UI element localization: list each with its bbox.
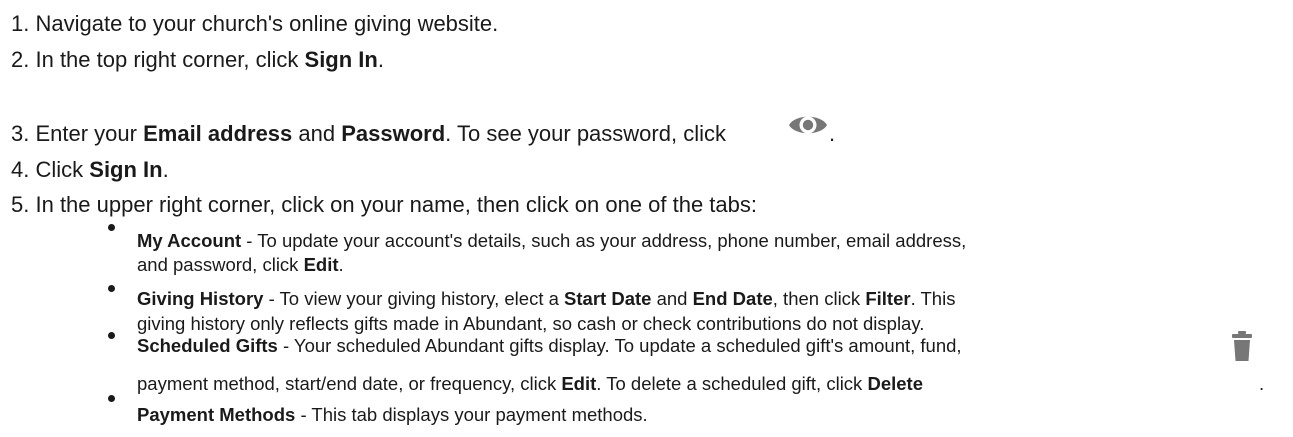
- step-number: 2.: [11, 47, 30, 72]
- step-text: Click: [35, 157, 90, 182]
- step-bold-sign-in: Sign In: [304, 47, 378, 72]
- edit-label: Edit: [561, 373, 597, 394]
- step-3-end: .: [829, 121, 835, 147]
- step-text: .: [829, 121, 836, 146]
- tab-description: . To delete a scheduled gift, click: [596, 373, 868, 394]
- tab-giving-history: Giving History - To view your giving his…: [137, 288, 955, 310]
- tab-description: and password, click: [137, 254, 304, 275]
- tab-description: - To update your account's details, such…: [241, 230, 967, 251]
- tab-title: My Account: [137, 230, 242, 251]
- bullet-icon: [108, 224, 115, 231]
- tab-description: payment method, start/end date, or frequ…: [137, 373, 562, 394]
- delete-label: Delete: [867, 373, 923, 394]
- tab-title: Giving History: [137, 288, 264, 309]
- bullet-icon: [108, 332, 115, 339]
- tab-description: - Your scheduled Abundant gifts display.…: [277, 335, 962, 356]
- step-text: .: [377, 47, 384, 72]
- step-text: Navigate to your church's online giving …: [35, 11, 499, 36]
- tab-description: - This tab displays your payment methods…: [295, 404, 648, 425]
- filter-label: Filter: [865, 288, 911, 309]
- tab-scheduled-gifts-cont: payment method, start/end date, or frequ…: [137, 373, 923, 395]
- step-3: 3. Enter your Email address and Password…: [11, 121, 726, 147]
- step-number: 5.: [11, 192, 30, 217]
- tab-title: Payment Methods: [137, 404, 296, 425]
- tab-description: giving history only reflects gifts made …: [137, 313, 925, 334]
- step-text: In the upper right corner, click on your…: [35, 192, 758, 217]
- tab-my-account: My Account - To update your account's de…: [137, 230, 966, 252]
- start-date-label: Start Date: [564, 288, 652, 309]
- tab-description: - To view your giving history, elect a: [263, 288, 565, 309]
- step-bold-email: Email address: [143, 121, 293, 146]
- tab-title: Scheduled Gifts: [137, 335, 278, 356]
- tab-description: .: [338, 254, 344, 275]
- end-date-label: End Date: [692, 288, 773, 309]
- step-2: 2. In the top right corner, click Sign I…: [11, 47, 384, 73]
- edit-label: Edit: [303, 254, 339, 275]
- step-bold-sign-in: Sign In: [89, 157, 163, 182]
- step-5: 5. In the upper right corner, click on y…: [11, 192, 757, 218]
- step-text: . To see your password, click: [445, 121, 726, 146]
- step-text: and: [292, 121, 342, 146]
- step-number: 4.: [11, 157, 30, 182]
- eye-icon: [789, 116, 827, 134]
- tab-my-account-cont: and password, click Edit.: [137, 254, 344, 276]
- tab-description: .: [1259, 373, 1265, 394]
- step-1: 1. Navigate to your church's online givi…: [11, 11, 498, 37]
- step-text: In the top right corner, click: [35, 47, 305, 72]
- tab-payment-methods: Payment Methods - This tab displays your…: [137, 404, 648, 426]
- tab-giving-history-cont: giving history only reflects gifts made …: [137, 313, 924, 335]
- tab-scheduled-gifts: Scheduled Gifts - Your scheduled Abundan…: [137, 335, 962, 357]
- tab-description: , then click: [772, 288, 866, 309]
- tab-description: and: [651, 288, 693, 309]
- step-number: 1.: [11, 11, 30, 36]
- tab-scheduled-gifts-end: .: [1259, 373, 1264, 395]
- bullet-icon: [108, 395, 115, 402]
- step-4: 4. Click Sign In.: [11, 157, 169, 183]
- step-text: Enter your: [35, 121, 144, 146]
- step-text: .: [162, 157, 169, 182]
- step-number: 3.: [11, 121, 30, 146]
- tab-description: . This: [910, 288, 956, 309]
- step-bold-password: Password: [341, 121, 446, 146]
- bullet-icon: [108, 285, 115, 292]
- trash-icon: [1232, 331, 1252, 361]
